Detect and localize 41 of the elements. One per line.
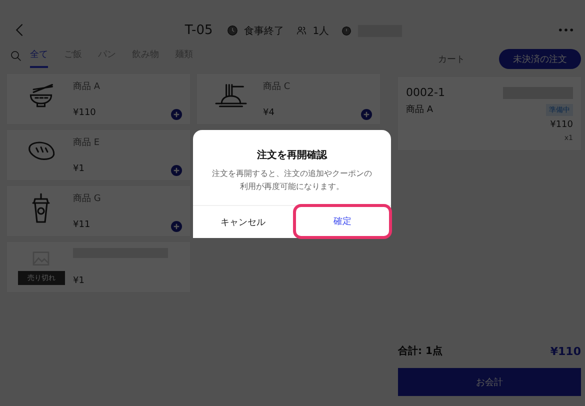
- order-number: 0002-1: [406, 86, 445, 99]
- order-item-name: 商品 A: [406, 104, 434, 116]
- search-icon: [10, 50, 22, 62]
- add-button[interactable]: [171, 221, 182, 232]
- total-label: 合計: 1点: [398, 344, 442, 358]
- plus-icon: [363, 111, 370, 118]
- product-card[interactable]: 商品 C ¥4: [197, 74, 380, 124]
- product-price: ¥1: [73, 164, 86, 174]
- product-price: ¥110: [73, 108, 97, 118]
- product-price: ¥1: [73, 276, 86, 286]
- product-name: 商品 G: [73, 192, 102, 205]
- add-button[interactable]: [171, 109, 182, 120]
- panel-tab[interactable]: 未決済の注文: [499, 49, 581, 69]
- clock-icon: [226, 25, 238, 36]
- add-button[interactable]: [361, 109, 372, 120]
- people-icon: [296, 25, 307, 36]
- add-button[interactable]: [171, 165, 182, 176]
- confirm-button[interactable]: 確定: [292, 204, 392, 239]
- order-item-price: ¥110: [550, 120, 573, 130]
- checkout-button[interactable]: お会計: [398, 368, 581, 396]
- timer-icon: [341, 25, 352, 36]
- more-icon: [559, 28, 573, 32]
- product-card[interactable]: 商品 E ¥1: [7, 130, 190, 180]
- drink-cup-icon: [30, 193, 52, 225]
- dialog-title: 注文を再開確認: [256, 148, 328, 162]
- product-card[interactable]: 商品 A ¥110: [7, 74, 190, 124]
- dialog-message: 注文を再開すると、注文の追加やクーポンの利用が再度可能になります。: [211, 168, 373, 193]
- plus-icon: [173, 111, 180, 118]
- total-amount: ¥110: [550, 344, 581, 358]
- plus-icon: [173, 167, 180, 174]
- plus-icon: [173, 223, 180, 230]
- product-name: 商品 E: [73, 136, 101, 149]
- product-price: ¥11: [73, 220, 92, 230]
- product-name: 商品 C: [263, 80, 292, 93]
- table-number: T-05: [184, 23, 213, 38]
- product-card[interactable]: 商品 G ¥11: [7, 186, 190, 236]
- guest-count: 1人: [312, 24, 330, 38]
- product-name: 商品 A: [73, 80, 102, 93]
- product-price: ¥4: [263, 108, 276, 118]
- meal-status: 食事終了: [244, 24, 284, 38]
- category-tab[interactable]: 全て: [30, 48, 48, 68]
